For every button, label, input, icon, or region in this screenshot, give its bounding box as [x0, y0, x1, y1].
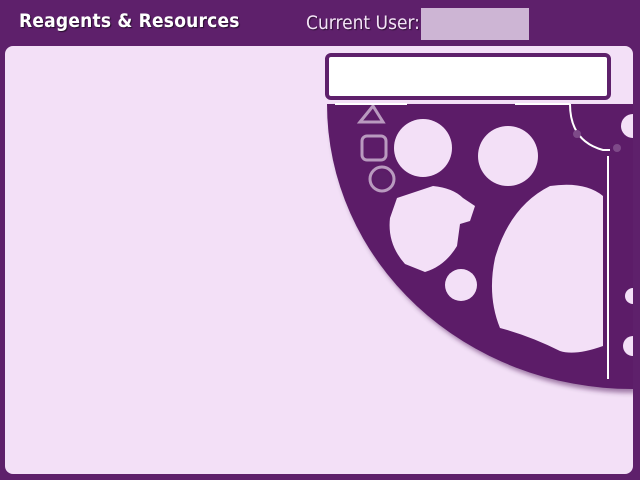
app-frame: Reagents & Resources Current User: [0, 0, 640, 480]
page-title: Reagents & Resources [19, 10, 240, 32]
header-bar: Reagents & Resources Current User: [0, 0, 640, 46]
main-panel [5, 46, 633, 474]
current-user-field[interactable] [421, 8, 529, 40]
reagent-wheel-graphic [327, 103, 633, 390]
resource-input[interactable] [325, 53, 611, 100]
current-user-label: Current User: [306, 12, 420, 34]
